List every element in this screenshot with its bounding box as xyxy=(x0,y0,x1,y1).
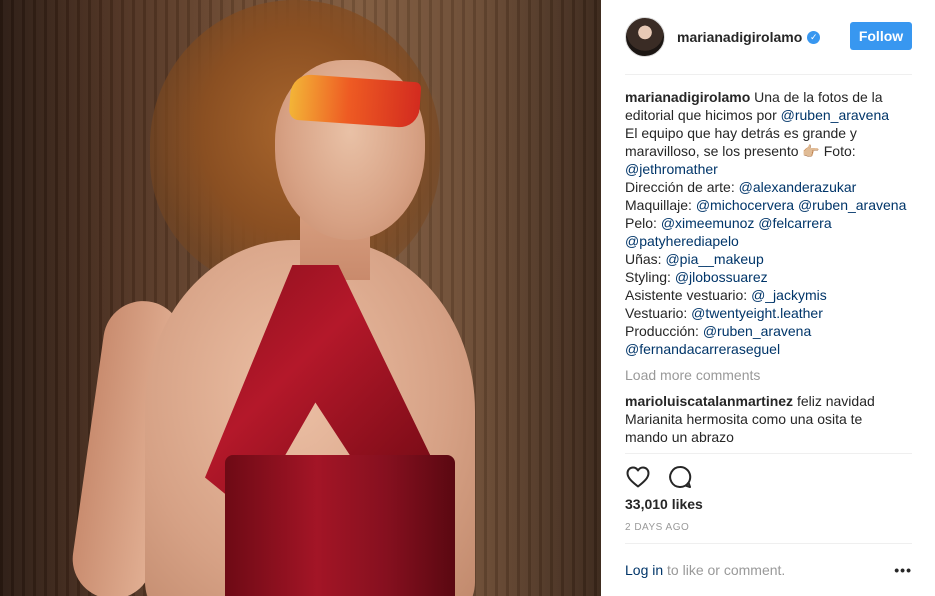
login-divider xyxy=(625,543,912,544)
caption-text: Pelo: xyxy=(625,215,661,231)
comment-text: mando un abrazo xyxy=(625,429,734,445)
caption-text: El equipo que hay detrás es grande y xyxy=(625,125,857,141)
caption-line-7: Pelo: @ximeemunoz @felcarrera xyxy=(625,214,912,232)
mention-link[interactable]: @twentyeight.leather xyxy=(691,305,823,321)
comment-bubble-icon[interactable] xyxy=(667,464,693,490)
caption-line-1: editorial que hicimos por @ruben_aravena xyxy=(625,106,912,124)
mention-link[interactable]: @pia__makeup xyxy=(665,251,763,267)
mention-link[interactable]: @ruben_aravena xyxy=(781,107,889,123)
comments-section: marianadigirolamo Una de la fotos de la … xyxy=(625,88,912,446)
caption-text: Una de la fotos de la xyxy=(754,89,883,105)
photo-red-skirt xyxy=(225,455,455,596)
mention-link[interactable]: @ruben_aravena xyxy=(703,323,811,339)
post-side-panel: marianadigirolamo ✓ Follow marianadigiro… xyxy=(601,0,935,596)
caption-line-3: maravilloso, se los presento 👉🏼 Foto: xyxy=(625,142,912,160)
caption-text: editorial que hicimos por xyxy=(625,107,781,123)
caption-text: Vestuario: xyxy=(625,305,692,321)
caption-line-9: Uñas: @pia__makeup xyxy=(625,250,912,268)
comment-text: feliz navidad xyxy=(796,393,875,409)
mention-link[interactable]: @alexanderazukar xyxy=(739,179,857,195)
caption-line-11: Asistente vestuario: @_jackymis xyxy=(625,286,912,304)
caption-line-6: Maquillaje: @michocervera @ruben_aravena xyxy=(625,196,912,214)
caption-line-12: Vestuario: @twentyeight.leather xyxy=(625,304,912,322)
comment-author[interactable]: marioluiscatalanmartinez xyxy=(625,393,793,409)
caption-line-4: @jethromather xyxy=(625,160,912,178)
caption-author[interactable]: marianadigirolamo xyxy=(625,89,750,105)
post-photo[interactable] xyxy=(0,0,601,596)
heart-icon[interactable] xyxy=(625,464,651,490)
header-username[interactable]: marianadigirolamo xyxy=(677,29,802,45)
avatar[interactable] xyxy=(625,17,665,57)
mention-link[interactable]: @patyherediapelo xyxy=(625,233,739,249)
caption-text: Asistente vestuario: xyxy=(625,287,752,303)
login-prompt-text: to like or comment. xyxy=(663,562,786,578)
mention-link[interactable]: @ximeemunoz @felcarrera xyxy=(661,215,832,231)
action-icons xyxy=(625,464,693,490)
follow-button[interactable]: Follow xyxy=(850,22,912,50)
likes-count[interactable]: 33,010 likes xyxy=(625,496,703,512)
mention-link[interactable]: @jlobossuarez xyxy=(675,269,768,285)
caption-text: Dirección de arte: xyxy=(625,179,739,195)
post-header: marianadigirolamo ✓ Follow xyxy=(625,0,912,75)
comment-item: marioluiscatalanmartinez feliz navidad M… xyxy=(625,392,912,446)
caption-line-14: @fernandacarreraseguel xyxy=(625,340,912,358)
caption-text: Maquillaje: xyxy=(625,197,696,213)
more-options-icon[interactable]: ••• xyxy=(894,562,912,578)
caption-line-8: @patyherediapelo xyxy=(625,232,912,250)
mention-link[interactable]: @michocervera @ruben_aravena xyxy=(696,197,907,213)
post-timestamp: 2 DAYS AGO xyxy=(625,522,690,533)
caption-line-0: marianadigirolamo Una de la fotos de la xyxy=(625,88,912,106)
mention-link[interactable]: @fernandacarreraseguel xyxy=(625,341,780,357)
login-link[interactable]: Log in xyxy=(625,562,663,578)
actions-divider xyxy=(625,453,912,454)
comment-line-1: marioluiscatalanmartinez feliz navidad xyxy=(625,392,912,410)
comment-text: Marianita hermosita como una osita te xyxy=(625,411,863,427)
caption-text: Styling: xyxy=(625,269,675,285)
caption-text: maravilloso, se los presento 👉🏼 Foto: xyxy=(625,143,856,159)
caption-text: Uñas: xyxy=(625,251,666,267)
load-more-comments-link[interactable]: Load more comments xyxy=(625,366,912,384)
caption-line-13: Producción: @ruben_aravena xyxy=(625,322,912,340)
caption-line-5: Dirección de arte: @alexanderazukar xyxy=(625,178,912,196)
login-row: Log in to like or comment. ••• xyxy=(625,562,912,578)
caption-line-10: Styling: @jlobossuarez xyxy=(625,268,912,286)
mention-link[interactable]: @_jackymis xyxy=(751,287,827,303)
mention-link[interactable]: @jethromather xyxy=(625,161,718,177)
caption-line-2: El equipo que hay detrás es grande y xyxy=(625,124,912,142)
photo-face-paint xyxy=(288,73,422,129)
caption-text: Producción: xyxy=(625,323,703,339)
verified-badge-icon: ✓ xyxy=(807,30,821,44)
caption: marianadigirolamo Una de la fotos de la … xyxy=(625,88,912,358)
